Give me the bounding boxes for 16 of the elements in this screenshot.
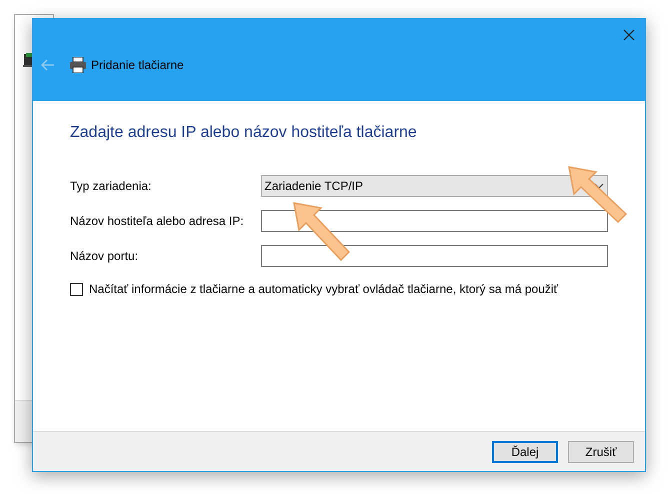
- input-field[interactable]: [260, 210, 608, 232]
- printer-icon: [69, 57, 87, 73]
- chevron-down-icon: [594, 183, 604, 189]
- checkbox[interactable]: [70, 282, 83, 296]
- window-title: Pridanie tlačiarne: [91, 57, 184, 74]
- arrow-annotation: [291, 200, 353, 264]
- input-field[interactable]: [260, 245, 608, 267]
- dialog-button[interactable]: Ďalej: [492, 440, 558, 462]
- close-icon[interactable]: [623, 29, 635, 41]
- field-label: Typ zariadenia:: [70, 178, 152, 195]
- device-type-dropdown[interactable]: Zariadenie TCP/IP: [260, 175, 608, 197]
- dialog-button[interactable]: Zrušiť: [568, 440, 634, 462]
- page-heading: Zadajte adresu IP alebo názov hostiteľa tlačiarne: [70, 123, 418, 143]
- field-label: Názov portu:: [70, 248, 140, 265]
- field-label: Názov hostiteľa alebo adresa IP:: [70, 213, 245, 230]
- checkbox-label: Načítať informácie z tlačiarne a automaticky vybrať ovládač tlačiarne, ktorý sa má použiť: [89, 281, 558, 298]
